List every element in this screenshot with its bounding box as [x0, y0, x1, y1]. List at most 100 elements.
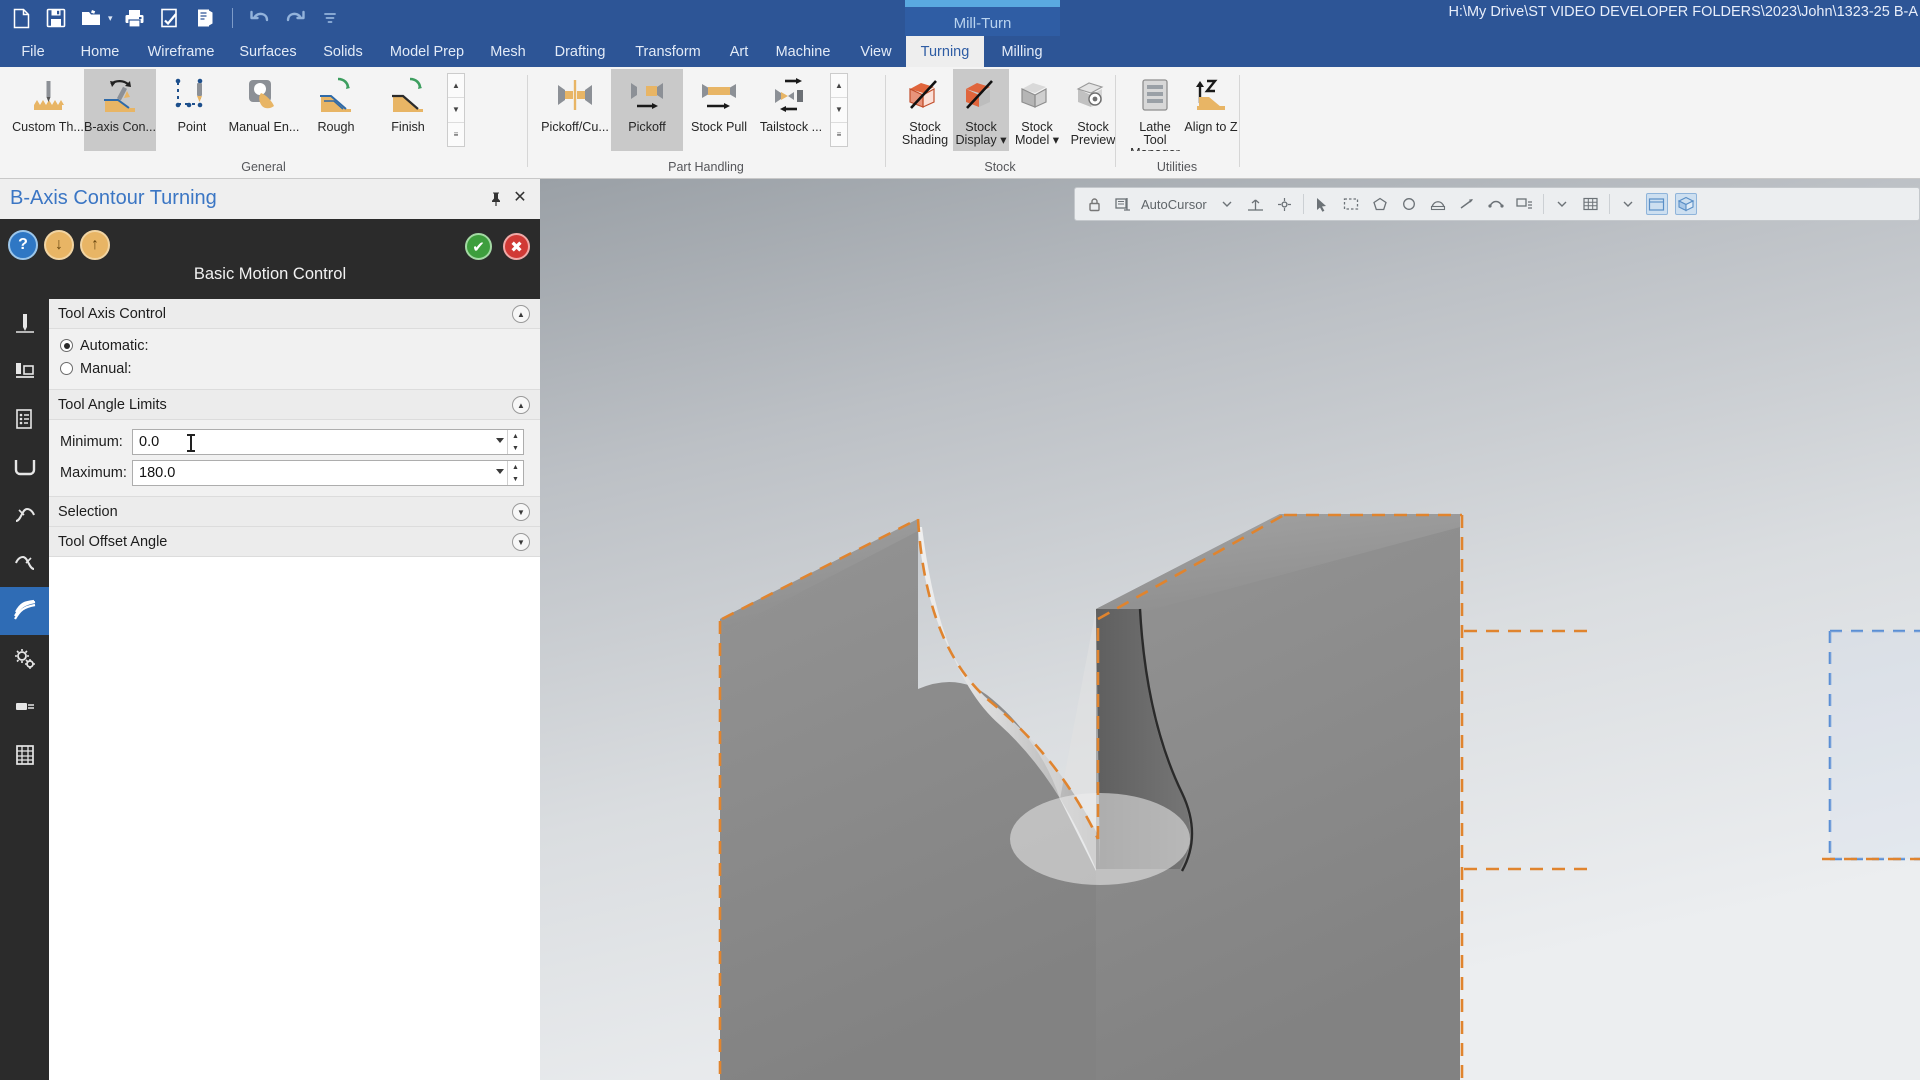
- stepper[interactable]: ▲ ▼: [507, 430, 523, 454]
- rail-item-toolpath-type[interactable]: [0, 299, 49, 347]
- spinner-more-icon[interactable]: ≡: [831, 123, 847, 146]
- rail-item-lead-in[interactable]: [0, 491, 49, 539]
- select-window-icon[interactable]: [1340, 193, 1362, 215]
- stock-model-button[interactable]: Stock Model ▾: [1009, 69, 1065, 151]
- stock-pull-button[interactable]: Stock Pull: [683, 69, 755, 151]
- ribbon-tab-art[interactable]: Art: [722, 36, 756, 67]
- select-circle-icon[interactable]: [1398, 193, 1420, 215]
- ribbon-tab-model-prep[interactable]: Model Prep: [382, 36, 472, 67]
- ribbon-tab-wireframe[interactable]: Wireframe: [140, 36, 222, 67]
- select-chain-icon[interactable]: [1485, 193, 1507, 215]
- pickoff-cutoff-button[interactable]: Pickoff/Cu...: [539, 69, 611, 151]
- radio-indicator[interactable]: [60, 339, 73, 352]
- rail-item-tool-parameters[interactable]: [0, 395, 49, 443]
- rail-item-stock[interactable]: [0, 443, 49, 491]
- chevron-up-icon[interactable]: ▲: [512, 305, 530, 323]
- ribbon-tab-file[interactable]: File: [14, 36, 52, 67]
- rail-item-tool[interactable]: [0, 347, 49, 395]
- chevron-down-icon[interactable]: ▼: [512, 503, 530, 521]
- chevron-up-icon[interactable]: ▲: [512, 396, 530, 414]
- rail-item-basic-motion-control[interactable]: [0, 587, 49, 635]
- ribbon-tab-mesh[interactable]: Mesh: [484, 36, 532, 67]
- select-polygon-icon[interactable]: [1369, 193, 1391, 215]
- graphics-viewport[interactable]: AutoCursor: [540, 179, 1920, 1080]
- tailstock-button[interactable]: Tailstock ...: [755, 69, 827, 151]
- chevron-down-icon[interactable]: ▼: [512, 533, 530, 551]
- close-icon[interactable]: ✕: [512, 190, 528, 206]
- chevron-down-icon[interactable]: [496, 469, 504, 474]
- rail-item-coolant[interactable]: [0, 683, 49, 731]
- ribbon-tab-turning[interactable]: Turning: [906, 36, 984, 67]
- print-preview-icon[interactable]: [157, 5, 183, 31]
- new-file-icon[interactable]: [8, 5, 34, 31]
- section-header-tool-axis-control[interactable]: Tool Axis Control ▲: [49, 299, 540, 329]
- undo-icon[interactable]: [247, 5, 273, 31]
- stepper-down-icon[interactable]: ▼: [508, 442, 523, 454]
- spinner-down-icon[interactable]: ▼: [448, 98, 464, 123]
- ribbon-tab-drafting[interactable]: Drafting: [544, 36, 616, 67]
- section-header-tool-offset-angle[interactable]: Tool Offset Angle ▼: [49, 527, 540, 557]
- radio-indicator[interactable]: [60, 362, 73, 375]
- arrow-select-icon[interactable]: [1311, 193, 1333, 215]
- lathe-tool-manager-button[interactable]: Lathe Tool Manager: [1127, 69, 1183, 151]
- save-icon[interactable]: [43, 5, 69, 31]
- ribbon-tab-view[interactable]: View: [852, 36, 900, 67]
- ribbon-tab-transform[interactable]: Transform: [626, 36, 710, 67]
- rail-item-advanced-settings[interactable]: [0, 635, 49, 683]
- lock-icon[interactable]: [1083, 193, 1105, 215]
- chevron-down-icon[interactable]: [496, 438, 504, 443]
- rail-item-misc-values[interactable]: [0, 731, 49, 779]
- customize-qat-icon[interactable]: [317, 5, 343, 31]
- export-params-icon[interactable]: ↑: [80, 230, 110, 260]
- open-folder-icon[interactable]: [78, 5, 104, 31]
- spinner-up-icon[interactable]: ▲: [831, 74, 847, 99]
- print-icon[interactable]: [122, 5, 148, 31]
- stepper[interactable]: ▲ ▼: [507, 461, 523, 485]
- section-header-tool-angle-limits[interactable]: Tool Angle Limits ▲: [49, 390, 540, 420]
- ribbon-group-overflow-spinner[interactable]: ▲ ▼ ≡: [447, 73, 465, 147]
- ribbon-group-overflow-spinner[interactable]: ▲ ▼ ≡: [830, 73, 848, 147]
- rough-button[interactable]: Rough: [300, 69, 372, 151]
- import-params-icon[interactable]: ↓: [44, 230, 74, 260]
- stock-display-button[interactable]: Stock Display ▾: [953, 69, 1009, 151]
- stock-preview-button[interactable]: Stock Preview: [1065, 69, 1121, 151]
- select-all-icon[interactable]: [1514, 193, 1536, 215]
- screen-capture-icon[interactable]: [192, 5, 218, 31]
- cancel-button[interactable]: ✖: [503, 233, 530, 260]
- manual-entry-button[interactable]: Manual En...: [228, 69, 300, 151]
- chevron-down-icon-2[interactable]: [1551, 193, 1573, 215]
- maximum-angle-input[interactable]: 180.0 ▲ ▼: [132, 460, 524, 486]
- origin-point-icon[interactable]: [1274, 193, 1296, 215]
- pin-icon[interactable]: [488, 191, 504, 207]
- rail-item-lead-out[interactable]: [0, 539, 49, 587]
- autocursor-target-icon[interactable]: [1112, 193, 1134, 215]
- minimum-angle-input[interactable]: 0.0 ▲ ▼: [132, 429, 524, 455]
- ribbon-tab-surfaces[interactable]: Surfaces: [232, 36, 304, 67]
- stepper-up-icon[interactable]: ▲: [508, 461, 523, 473]
- spinner-up-icon[interactable]: ▲: [448, 74, 464, 99]
- b-axis-contour-button[interactable]: B-axis Con...: [84, 69, 156, 151]
- ribbon-tab-machine[interactable]: Machine: [766, 36, 840, 67]
- finish-button[interactable]: Finish: [372, 69, 444, 151]
- ok-button[interactable]: ✔: [465, 233, 492, 260]
- pickoff-button[interactable]: Pickoff: [611, 69, 683, 151]
- ribbon-tab-home[interactable]: Home: [74, 36, 126, 67]
- stepper-down-icon[interactable]: ▼: [508, 473, 523, 485]
- axis-xyz-icon[interactable]: [1245, 193, 1267, 215]
- view-cube-icon[interactable]: [1674, 193, 1697, 215]
- point-button[interactable]: Point: [156, 69, 228, 151]
- view-manager-icon[interactable]: [1645, 193, 1668, 215]
- redo-icon[interactable]: [282, 5, 308, 31]
- chevron-down-icon[interactable]: [1216, 193, 1238, 215]
- open-dropdown-icon[interactable]: ▾: [108, 13, 113, 24]
- radio-automatic[interactable]: Automatic:: [49, 334, 540, 357]
- help-icon[interactable]: ?: [8, 230, 38, 260]
- section-header-selection[interactable]: Selection ▼: [49, 497, 540, 527]
- ribbon-tab-solids[interactable]: Solids: [316, 36, 370, 67]
- stock-shading-button[interactable]: Stock Shading: [897, 69, 953, 151]
- spinner-more-icon[interactable]: ≡: [448, 123, 464, 146]
- align-to-z-button[interactable]: Align to Z: [1183, 69, 1239, 151]
- chevron-down-icon-3[interactable]: [1617, 193, 1639, 215]
- radio-manual[interactable]: Manual:: [49, 357, 540, 380]
- ribbon-tab-milling[interactable]: Milling: [990, 36, 1054, 67]
